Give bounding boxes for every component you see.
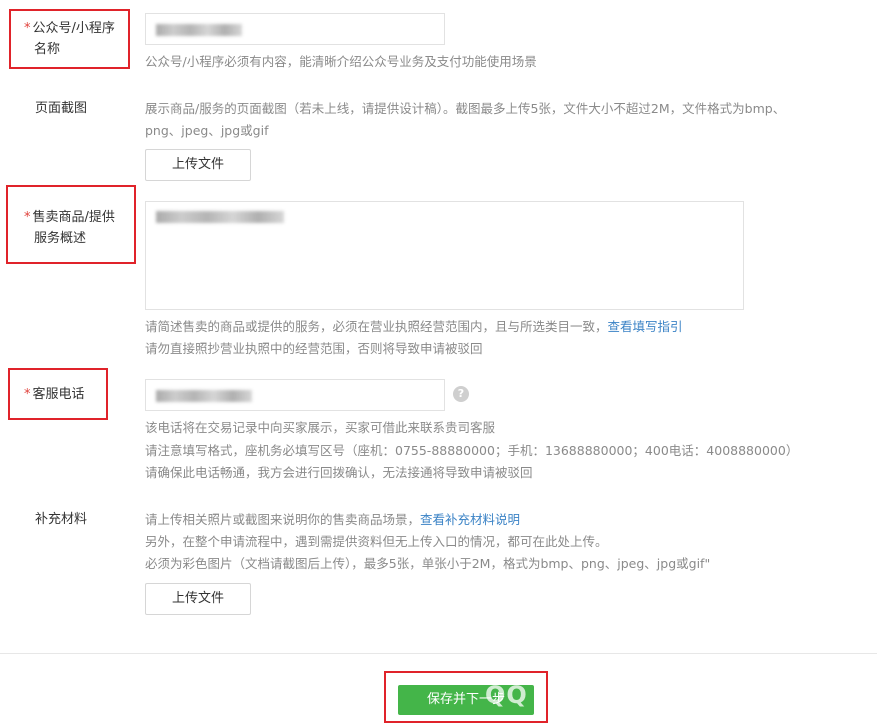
footer-divider [0, 653, 877, 654]
supplementary-upload-button[interactable]: 上传文件 [145, 583, 251, 615]
required-mark: * [24, 21, 31, 36]
required-mark: * [24, 210, 31, 225]
view-fill-guide-link[interactable]: 查看填写指引 [608, 319, 683, 334]
qq-watermark: QQ [485, 681, 528, 709]
goods-description-blurred-value [156, 211, 284, 223]
page-screenshot-upload-button[interactable]: 上传文件 [145, 149, 251, 181]
official-account-hint: 公众号/小程序必须有内容，能清晰介绍公众号业务及支付功能使用场景 [145, 54, 537, 69]
supplementary-hint-line3: 必须为彩色图片（文档请截图后上传），最多5张，单张小于2M，格式为bmp、png… [145, 556, 711, 571]
goods-description-hint-line2: 请勿直接照抄营业执照中的经营范围，否则将导致申请被驳回 [145, 341, 483, 356]
supplementary-hint-line2: 另外，在整个申请流程中，遇到需提供资料但无上传入口的情况，都可在此处上传。 [145, 534, 608, 549]
service-phone-blurred-value [156, 390, 252, 402]
view-supplementary-guide-link[interactable]: 查看补充材料说明 [420, 512, 520, 527]
supplementary-hint-line1: 请上传相关照片或截图来说明你的售卖商品场景，查看补充材料说明 [145, 512, 521, 527]
service-phone-label: * 客服电话 [24, 387, 85, 402]
service-phone-hint-line2: 请注意填写格式，座机务必填写区号（座机：0755-88880000；手机：136… [145, 443, 799, 458]
goods-description-label: * 售卖商品/提供 服务概述 [24, 210, 115, 246]
question-icon[interactable]: ? [453, 386, 469, 402]
page-screenshot-hint-line1: 展示商品/服务的页面截图（若未上线，请提供设计稿）。截图最多上传5张，文件大小不… [145, 101, 786, 116]
goods-description-textarea[interactable] [145, 201, 744, 310]
service-phone-hint-line3: 请确保此电话畅通，我方会进行回拨确认，无法接通将导致申请被驳回 [145, 465, 533, 480]
official-account-input[interactable] [145, 13, 445, 45]
page-screenshot-label: 页面截图 [35, 101, 88, 116]
required-mark: * [24, 387, 31, 402]
goods-description-hint-line1: 请简述售卖的商品或提供的服务，必须在营业执照经营范围内，且与所选类目一致，查看填… [145, 319, 683, 334]
supplementary-label: 补充材料 [35, 512, 88, 527]
official-account-label: * 公众号/小程序 名称 [24, 21, 115, 57]
service-phone-hint-line1: 该电话将在交易记录中向买家展示，买家可借此来联系贵司客服 [145, 420, 496, 435]
official-account-blurred-value [156, 24, 242, 36]
page-screenshot-hint-line2: png、jpeg、jpg或gif [145, 123, 269, 138]
service-phone-input[interactable] [145, 379, 445, 411]
